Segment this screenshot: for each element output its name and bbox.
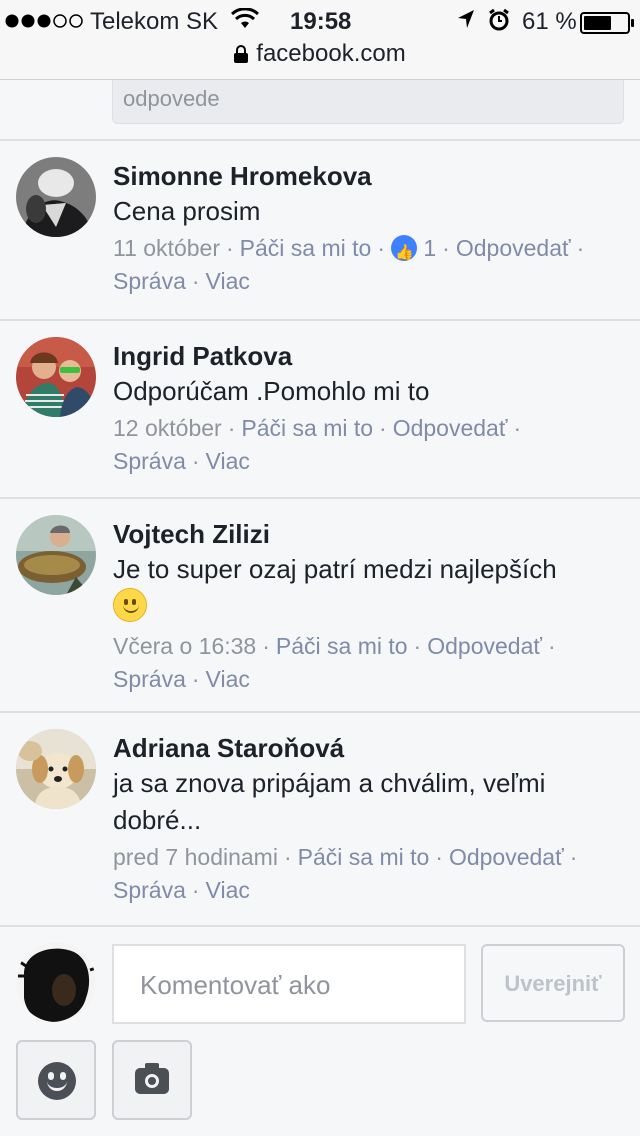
comment-author[interactable]: Vojtech Zilizi — [113, 517, 625, 551]
like-button[interactable]: Páči sa mi to — [240, 235, 372, 261]
comment-time[interactable]: 11 október — [113, 235, 220, 261]
page-url: facebook.com — [256, 40, 406, 67]
avatar[interactable] — [16, 337, 96, 417]
comment-item: Simonne Hromekova Cena prosim 11 október… — [0, 141, 640, 319]
signal-strength-icon — [4, 10, 84, 39]
avatar[interactable] — [16, 515, 96, 595]
comment-author[interactable]: Adriana Staroňová — [113, 731, 625, 765]
comment-item: Adriana Staroňová ja sa znova pripájam a… — [0, 713, 640, 925]
reply-button[interactable]: Odpovedať — [449, 844, 564, 870]
battery-percentage: 61 % — [522, 8, 577, 35]
clock-time: 19:58 — [290, 8, 352, 35]
comment-author[interactable]: Ingrid Patkova — [113, 339, 625, 373]
emoji-button[interactable] — [16, 1040, 96, 1120]
divider — [0, 925, 640, 927]
smiley-emoji-icon — [113, 588, 147, 622]
message-button[interactable]: Správa — [113, 877, 186, 903]
comment-item: Ingrid Patkova Odporúčam .Pomohlo mi to … — [0, 321, 640, 497]
like-button[interactable]: Páči sa mi to — [276, 633, 408, 659]
lock-icon — [234, 45, 249, 63]
current-user-avatar — [16, 942, 96, 1022]
comment-text: ja sa znova pripájam a chválim, veľmi do… — [113, 768, 546, 835]
more-button[interactable]: Viac — [206, 268, 250, 294]
location-arrow-icon — [456, 8, 476, 37]
avatar[interactable] — [16, 729, 96, 809]
message-button[interactable]: Správa — [113, 448, 186, 474]
like-reaction-icon[interactable] — [390, 235, 417, 269]
more-button[interactable]: Viac — [206, 877, 250, 903]
like-button[interactable]: Páči sa mi to — [298, 844, 430, 870]
comment-input[interactable]: Komentovať ako — [112, 944, 466, 1024]
camera-button[interactable] — [112, 1040, 192, 1120]
comment-item: Vojtech Zilizi Je to super ozaj patrí me… — [0, 499, 640, 711]
comment-text: Je to super ozaj patrí medzi najlepších — [113, 554, 557, 584]
smiley-icon — [38, 1062, 76, 1100]
message-button[interactable]: Správa — [113, 666, 186, 692]
publish-button[interactable]: Uverejniť — [481, 944, 625, 1022]
wifi-icon — [230, 7, 260, 37]
more-button[interactable]: Viac — [206, 666, 250, 692]
like-count[interactable]: 1 — [423, 235, 436, 261]
camera-icon — [135, 1063, 169, 1094]
address-bar[interactable]: facebook.com — [0, 40, 640, 68]
reply-placeholder: odpovede — [123, 86, 220, 111]
comment-actions: 11 október·Páči sa mi to· 1·Odpovedať·Sp… — [113, 232, 625, 298]
reply-button[interactable]: Odpovedať — [427, 633, 542, 659]
comment-author[interactable]: Simonne Hromekova — [113, 159, 625, 193]
comment-actions: pred 7 hodinami · Páči sa mi to · Odpovedať ·… — [113, 844, 578, 903]
avatar[interactable] — [16, 157, 96, 237]
battery-icon — [580, 12, 634, 34]
comment-text: Cena prosim — [113, 196, 261, 226]
message-button[interactable]: Správa — [113, 268, 186, 294]
alarm-clock-icon — [488, 8, 510, 39]
more-button[interactable]: Viac — [206, 448, 250, 474]
like-button[interactable]: Páči sa mi to — [241, 415, 373, 441]
comment-actions: Včera o 16:38 · Páči sa mi to · Odpovedať · Sp… — [113, 633, 556, 692]
reply-input-fragment[interactable]: odpovede — [112, 80, 624, 124]
carrier-name: Telekom SK — [90, 8, 219, 35]
comment-text: Odporúčam .Pomohlo mi to — [113, 376, 430, 406]
reply-button[interactable]: Odpovedať — [393, 415, 508, 441]
comment-time[interactable]: 12 október — [113, 415, 222, 441]
comment-time[interactable]: pred 7 hodinami — [113, 844, 278, 870]
reply-button[interactable]: Odpovedať — [456, 235, 571, 261]
status-bar: Telekom SK 19:58 61 % facebook.com — [0, 0, 640, 80]
comment-time[interactable]: Včera o 16:38 — [113, 633, 256, 659]
comment-actions: 12 október · Páči sa mi to · Odpovedať · Správ… — [113, 415, 522, 474]
